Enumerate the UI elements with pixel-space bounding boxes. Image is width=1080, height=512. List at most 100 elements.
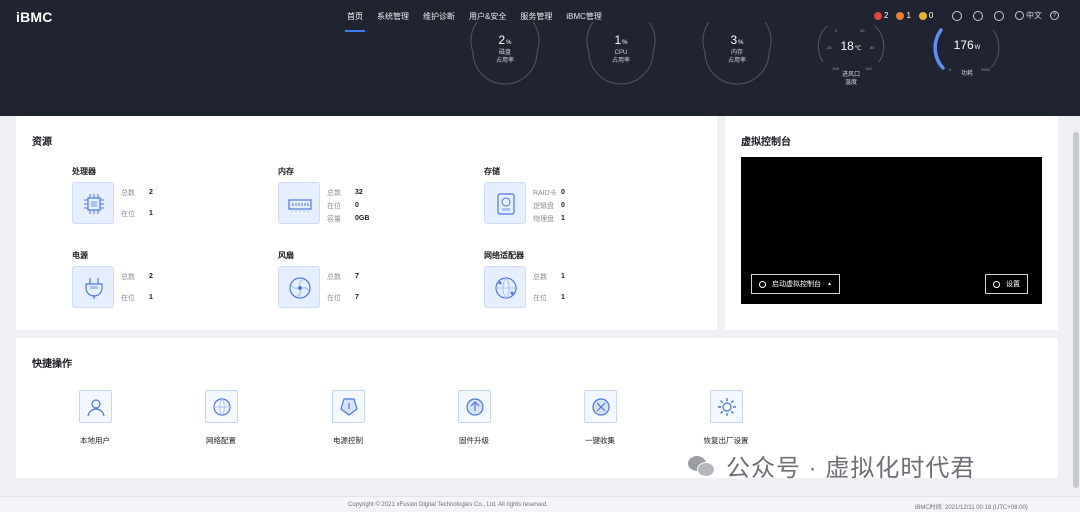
resource-name: 存储 — [484, 167, 500, 176]
resources-card: 资源 处理器 总数 2 在位 1 内存 总数 32 在位 0 容量 0GB 存储 RAID… — [16, 116, 717, 330]
stat-value: 2 — [149, 189, 153, 196]
quick-action-label: 恢复出厂设置 — [703, 436, 749, 445]
stat-value: 1 — [561, 215, 565, 222]
gauge-scale-label: 120 — [865, 66, 872, 71]
console-settings-label: 设置 — [1006, 281, 1020, 288]
resource-stats: 总数 32 在位 0 容量 0GB — [327, 186, 369, 225]
nav-system[interactable]: 系统管理 — [370, 0, 416, 33]
gauge-value: 176W — [953, 38, 981, 52]
alarm-minor[interactable]: 0 — [918, 11, 934, 20]
resources-title: 资源 — [32, 137, 52, 148]
stat-key: 物理盘 — [533, 215, 554, 223]
quick-factory-reset[interactable]: 恢复出厂设置 — [686, 390, 766, 446]
resource-name: 内存 — [278, 167, 294, 176]
quick-actions-title: 快捷操作 — [32, 359, 72, 370]
gauge-disk: 2% 磁盘 占用率 — [467, 22, 543, 86]
stat-key: RAID卡 — [533, 189, 557, 197]
stat-key: 在位 — [327, 202, 341, 210]
local-user-icon — [78, 390, 112, 423]
gauge-memory: 3% 内存 占用率 — [699, 22, 775, 86]
gauge-label: 内存 占用率 — [727, 50, 746, 64]
stat-key: 容量 — [327, 215, 341, 223]
page-scrollbar[interactable] — [1073, 132, 1079, 488]
globe-icon — [1015, 11, 1024, 20]
user-icon[interactable] — [994, 10, 1004, 21]
resource-memory[interactable]: 内存 总数 32 在位 0 容量 0GB — [278, 166, 478, 236]
brand-logo[interactable]: iBMC — [16, 9, 53, 25]
caret-up-icon: ▲ — [827, 281, 832, 287]
gauge-scale-label: 40 — [860, 28, 865, 33]
quick-network-config[interactable]: 网络配置 — [181, 390, 261, 446]
network-adapter-icon — [484, 266, 526, 308]
power-icon[interactable] — [952, 10, 962, 21]
nav-home[interactable]: 首页 — [340, 0, 370, 33]
firmware-upgrade-icon — [457, 390, 491, 423]
top-header: iBMC 首页 系统管理 维护诊断 用户&安全 服务管理 iBMC管理 2 1 … — [0, 0, 1080, 116]
fan-icon — [278, 266, 320, 308]
resource-power-supply[interactable]: 电源 总数 2 在位 1 — [72, 250, 272, 320]
gauge-value: 18℃ — [840, 39, 862, 53]
stat-value: 0GB — [355, 215, 370, 222]
stat-value: 0 — [355, 202, 359, 209]
stat-value: 7 — [355, 273, 359, 280]
nav-maintenance[interactable]: 维护诊断 — [416, 0, 462, 33]
stat-value: 0 — [561, 189, 565, 196]
alarm-major-icon — [896, 11, 905, 20]
launch-console-label: 启动虚拟控制台 — [772, 281, 821, 288]
alarm-summary: 2 1 0 — [874, 11, 941, 20]
network-config-icon — [204, 390, 238, 423]
launch-console-button[interactable]: 启动虚拟控制台 ▲ — [751, 274, 840, 294]
resource-name: 风扇 — [278, 251, 294, 260]
gauge-scale-label: 0 — [835, 28, 838, 33]
gauge-scale-label: -100 — [831, 66, 840, 71]
uid-icon[interactable] — [973, 10, 983, 21]
resource-storage[interactable]: 存储 RAID卡 0 逻辑盘 0 物理盘 1 — [484, 166, 684, 236]
stat-key: 逻辑盘 — [533, 202, 554, 210]
virtual-console-preview[interactable]: 启动虚拟控制台 ▲ 设置 — [741, 157, 1042, 304]
gauge-value: 2% — [498, 33, 512, 47]
alarm-critical[interactable]: 2 — [874, 11, 888, 20]
help-icon[interactable]: ? — [1050, 11, 1059, 20]
quick-firmware-upgrade[interactable]: 固件升级 — [434, 390, 514, 446]
stat-value: 2 — [149, 273, 153, 280]
header-tools: 中文 ? — [952, 10, 1059, 21]
resource-cpu[interactable]: 处理器 总数 2 在位 1 — [72, 166, 272, 236]
stat-key: 总数 — [327, 189, 341, 197]
quick-one-click-collect[interactable]: 一键收集 — [560, 390, 640, 446]
factory-reset-icon — [709, 390, 743, 423]
stat-key: 总数 — [121, 189, 135, 197]
gauge-scale-label: -40 — [826, 45, 832, 50]
play-icon — [759, 280, 766, 288]
resource-name: 处理器 — [72, 167, 96, 176]
alarm-major[interactable]: 1 — [896, 11, 911, 20]
power-supply-icon — [72, 266, 114, 308]
resource-name: 网络适配器 — [484, 251, 524, 260]
resource-fan[interactable]: 风扇 总数 7 在位 7 — [278, 250, 478, 320]
resource-stats: 总数 2 在位 1 — [121, 186, 153, 220]
quick-local-user[interactable]: 本地用户 — [55, 390, 135, 446]
gauge-label: 磁盘 占用率 — [495, 50, 514, 64]
copyright-text: Copyright © 2021 xFusion Digital Technol… — [348, 502, 548, 508]
gauge-scale-label: 2000 — [981, 67, 990, 72]
resource-stats: 总数 7 在位 7 — [327, 270, 359, 304]
console-settings-button[interactable]: 设置 — [985, 274, 1028, 294]
gauge-label: 功耗 — [960, 71, 973, 77]
gauge-label: CPU 占用率 — [611, 50, 630, 64]
stat-key: 总数 — [121, 273, 135, 281]
resource-stats: 总数 2 在位 1 — [121, 270, 153, 304]
stat-value: 1 — [561, 273, 565, 280]
resource-name: 电源 — [72, 251, 88, 260]
resource-network-adapter[interactable]: 网络适配器 总数 1 在位 1 — [484, 250, 684, 320]
quick-power-control[interactable]: 电源控制 — [308, 390, 388, 446]
language-switch[interactable]: 中文 — [1015, 10, 1042, 21]
one-click-collect-icon — [583, 390, 617, 423]
stat-key: 在位 — [327, 294, 341, 302]
stat-value: 1 — [149, 294, 153, 301]
stat-key: 总数 — [327, 273, 341, 281]
gauge-power: 176W 功耗 0 2000 — [929, 22, 1005, 86]
stat-key: 在位 — [533, 294, 547, 302]
stat-value: 0 — [561, 202, 565, 209]
alarm-minor-count: 0 — [928, 11, 934, 20]
watermark-text: 公众号 · 虚拟化时代君 — [726, 455, 976, 482]
alarm-critical-count: 2 — [884, 11, 889, 20]
